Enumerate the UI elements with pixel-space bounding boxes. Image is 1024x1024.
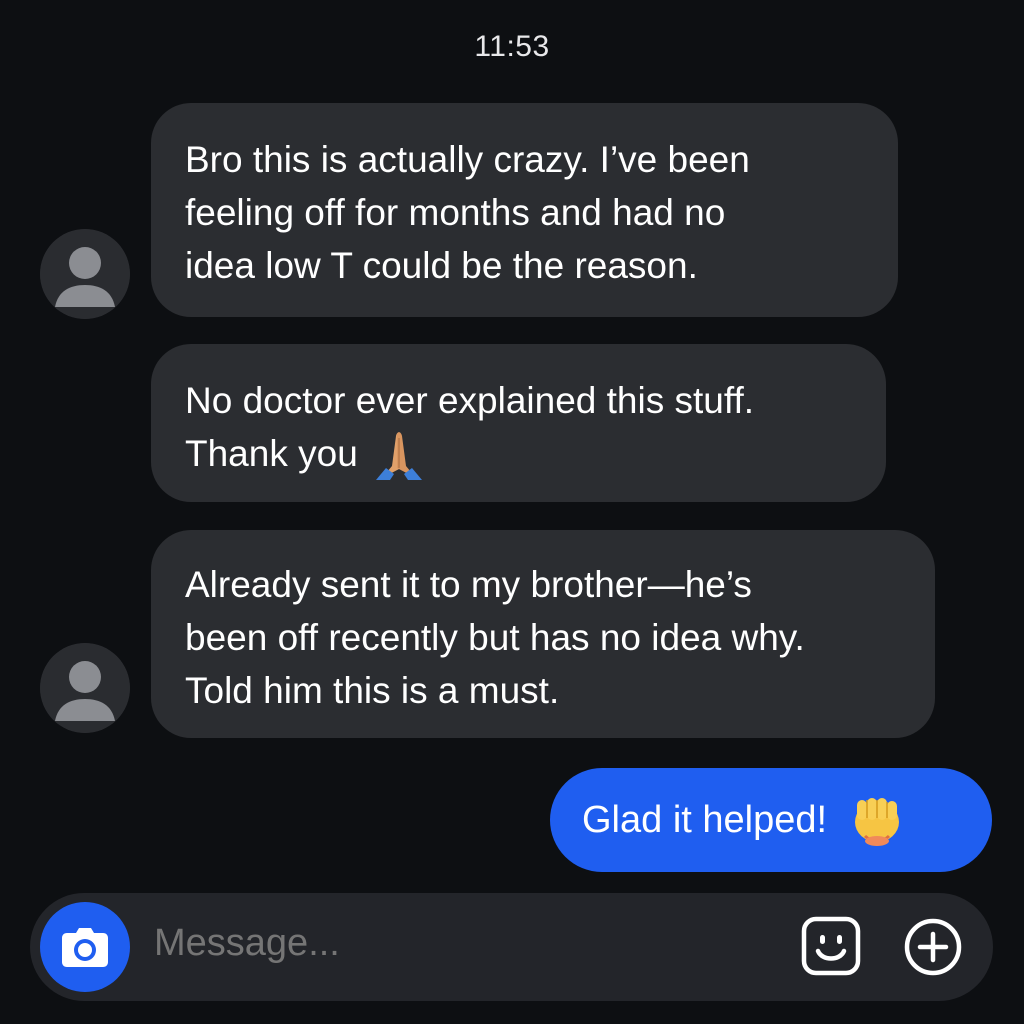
message-line: been off recently but has no idea why. (185, 617, 805, 658)
incoming-message-bubble[interactable]: No doctor ever explained this stuff. Tha… (151, 344, 886, 502)
message-line: No doctor ever explained this stuff. (185, 380, 755, 421)
message-timestamp: 11:53 (474, 30, 550, 63)
incoming-message-bubble[interactable]: Already sent it to my brother—he’s been … (151, 530, 935, 738)
smiley-sticker-icon (801, 916, 861, 976)
sender-avatar[interactable] (40, 229, 130, 319)
add-attachment-button[interactable] (903, 917, 963, 977)
camera-button[interactable] (40, 902, 130, 992)
message-composer (30, 893, 993, 1001)
person-silhouette-icon (40, 229, 130, 319)
person-silhouette-icon (40, 643, 130, 733)
message-line: idea low T could be the reason. (185, 245, 698, 286)
outgoing-message-bubble[interactable]: Glad it helped! (550, 768, 992, 872)
folded-hands-icon (372, 428, 426, 480)
message-input[interactable] (152, 921, 756, 966)
message-line: Told him this is a must. (185, 670, 560, 711)
fist-bump-icon (849, 792, 905, 848)
message-line-text: Thank you (185, 433, 358, 474)
plus-circle-icon (904, 918, 962, 976)
camera-icon (62, 928, 108, 967)
message-line: Thank you (185, 427, 852, 480)
outgoing-message-text: Glad it helped! (582, 798, 828, 841)
sender-avatar[interactable] (40, 643, 130, 733)
message-line: Bro this is actually crazy. I’ve been (185, 139, 750, 180)
sticker-button[interactable] (800, 915, 862, 977)
incoming-message-bubble[interactable]: Bro this is actually crazy. I’ve been fe… (151, 103, 898, 317)
message-line: feeling off for months and had no (185, 192, 726, 233)
message-line: Already sent it to my brother—he’s (185, 564, 752, 605)
